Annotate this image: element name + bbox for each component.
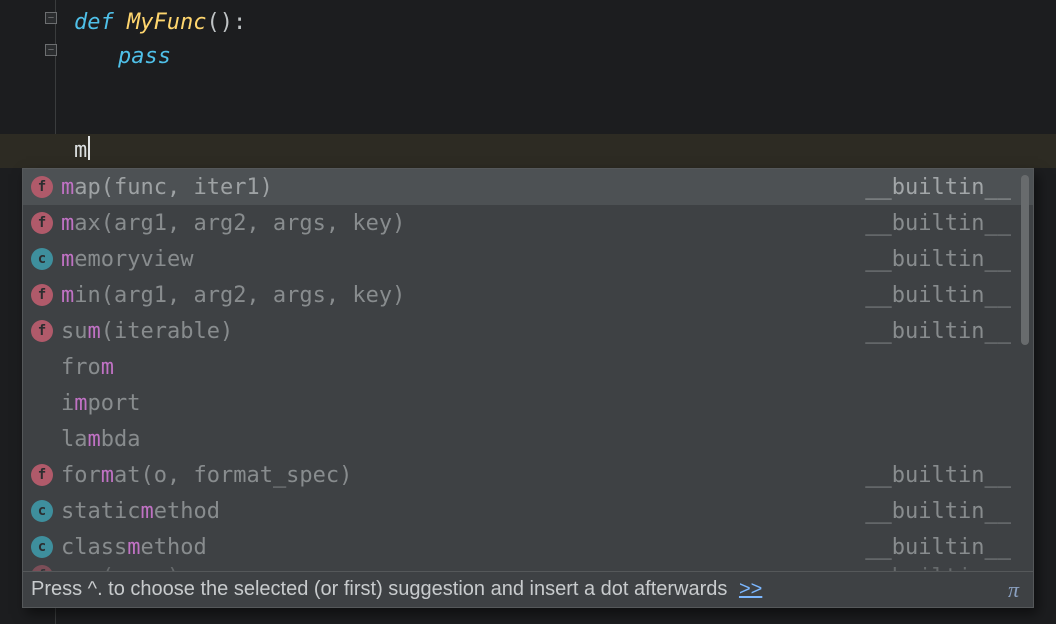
completion-item[interactable]: f map(func, iter1)__builtin__	[23, 169, 1033, 205]
code-editor[interactable]: – – def MyFunc(): pass m f map(func, iter…	[0, 0, 1056, 624]
scrollbar[interactable]	[1021, 175, 1029, 571]
colon: :	[233, 10, 246, 35]
fold-toggle-icon[interactable]: –	[45, 44, 57, 56]
keyword-pass: pass	[118, 44, 171, 69]
autocomplete-popup[interactable]: fmap(func, iter1)__builtin__fmax(arg1, a…	[22, 168, 1034, 608]
completion-label: min(arg1, arg2, args, key)	[61, 283, 865, 308]
completion-label: memoryview	[61, 247, 865, 272]
blank-icon	[31, 428, 53, 450]
completion-origin: __builtin__	[865, 499, 1033, 524]
function-name: MyFunc	[127, 10, 206, 35]
hint-more-link[interactable]: >>	[739, 578, 762, 600]
completion-origin: __builtin__	[865, 175, 1033, 200]
completion-item[interactable]: f max(arg1, arg2, args, key)__builtin__	[23, 205, 1033, 241]
completion-item[interactable]: f min(arg1, arg2, args, key)__builtin__	[23, 277, 1033, 313]
completion-label: classmethod	[61, 535, 865, 560]
completion-label: sum(iterable)	[61, 319, 865, 344]
keyword-def: def	[74, 10, 114, 35]
function-icon: f	[31, 284, 53, 306]
completion-label: max(arg1, arg2, args, key)	[61, 211, 865, 236]
completion-item[interactable]: f format(o, format_spec)__builtin__	[23, 457, 1033, 493]
pi-icon[interactable]: π	[1002, 577, 1025, 603]
code-block[interactable]: def MyFunc(): pass	[74, 6, 246, 74]
completion-item[interactable]: f sum(iterable)__builtin__	[23, 313, 1033, 349]
completion-label: staticmethod	[61, 499, 865, 524]
completion-label: import	[61, 391, 1033, 416]
fold-toggle-icon[interactable]: –	[45, 12, 57, 24]
blank-icon	[31, 356, 53, 378]
hint-bar: Press ^. to choose the selected (or firs…	[23, 571, 1033, 607]
completion-label: map(func, iter1)	[61, 175, 865, 200]
completion-origin: __builtin__	[865, 283, 1033, 308]
typed-input[interactable]: m	[74, 134, 90, 168]
hint-text: Press ^. to choose the selected (or firs…	[31, 578, 733, 600]
caret-icon	[88, 136, 90, 160]
completion-label: format(o, format_spec)	[61, 463, 865, 488]
class-icon: c	[31, 500, 53, 522]
completion-item[interactable]: c staticmethod__builtin__	[23, 493, 1033, 529]
completion-label: from	[61, 355, 1033, 380]
completion-origin: __builtin__	[865, 535, 1033, 560]
parens: ()	[206, 10, 233, 35]
completion-item[interactable]: c classmethod__builtin__	[23, 529, 1033, 565]
function-icon: f	[31, 212, 53, 234]
blank-icon	[31, 392, 53, 414]
scrollbar-thumb[interactable]	[1021, 175, 1029, 345]
completion-item[interactable]: from	[23, 349, 1033, 385]
function-icon: f	[31, 176, 53, 198]
completion-item[interactable]: import	[23, 385, 1033, 421]
class-icon: c	[31, 536, 53, 558]
completion-origin: __builtin__	[865, 463, 1033, 488]
class-icon: c	[31, 248, 53, 270]
completion-origin: __builtin__	[865, 247, 1033, 272]
completion-origin: __builtin__	[865, 211, 1033, 236]
completion-list[interactable]: fmap(func, iter1)__builtin__fmax(arg1, a…	[23, 169, 1033, 571]
completion-origin: __builtin__	[865, 319, 1033, 344]
completion-item[interactable]: lambda	[23, 421, 1033, 457]
current-line-highlight	[0, 134, 1056, 168]
function-icon: f	[31, 320, 53, 342]
completion-label: lambda	[61, 427, 1033, 452]
completion-item[interactable]: c memoryview__builtin__	[23, 241, 1033, 277]
function-icon: f	[31, 464, 53, 486]
